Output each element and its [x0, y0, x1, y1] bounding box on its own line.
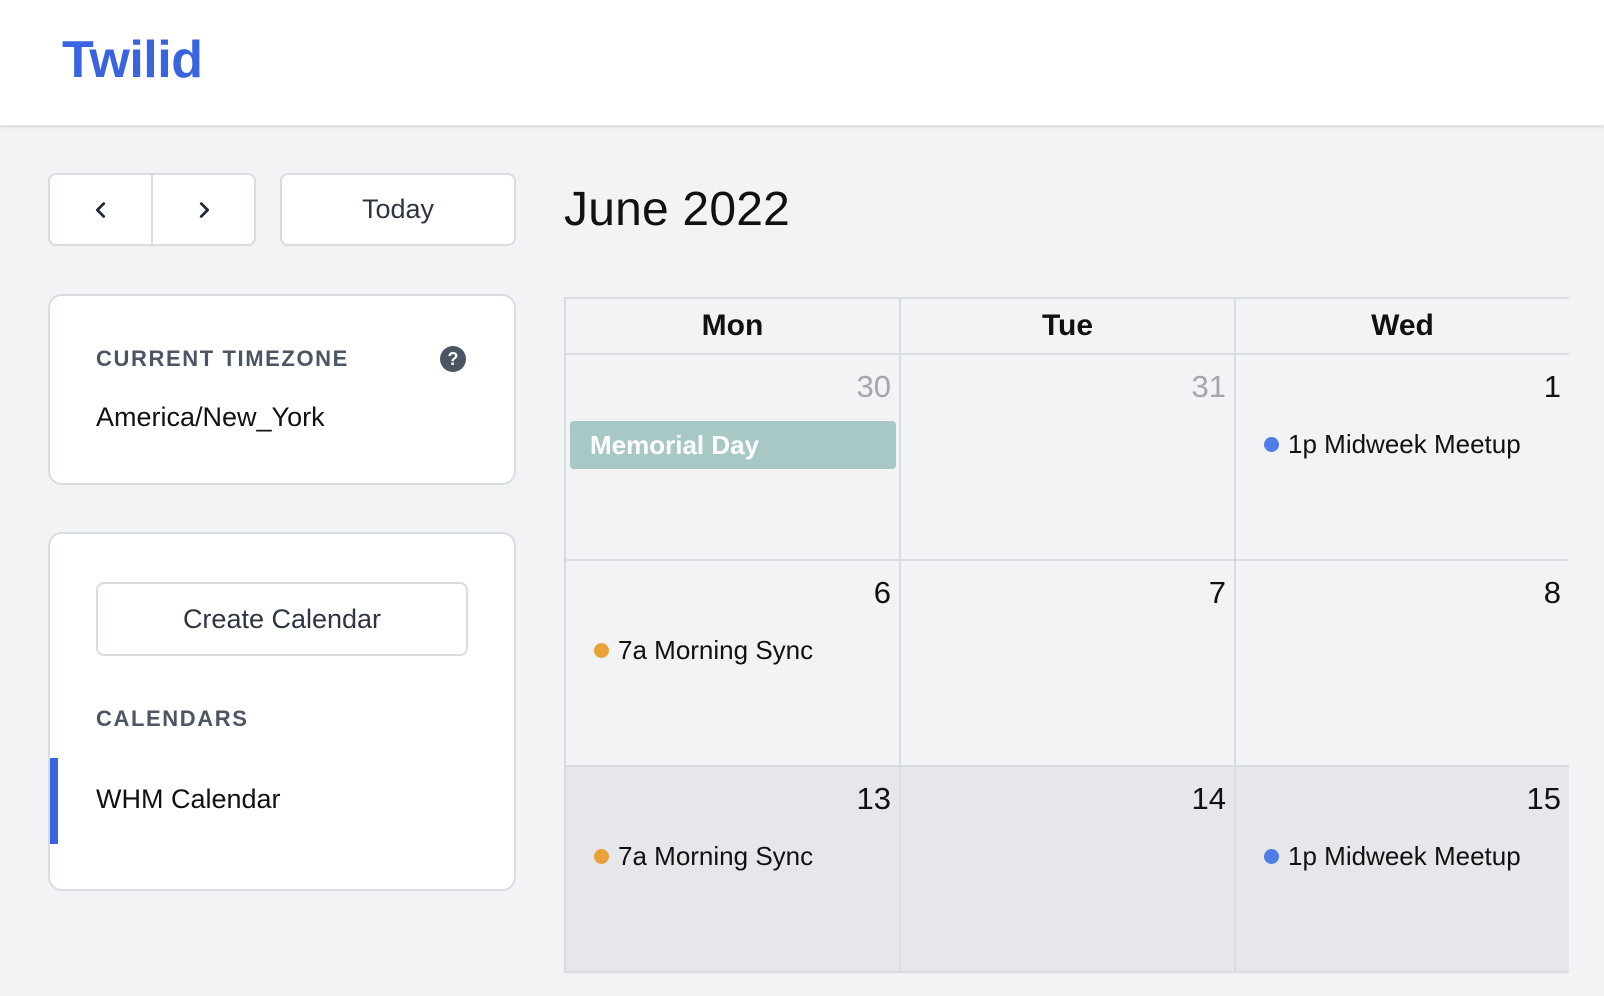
event-title: Midweek Meetup [1324, 429, 1521, 459]
month-nav [48, 173, 256, 246]
chevron-right-icon [199, 201, 209, 218]
event-title: Morning Sync [654, 841, 814, 871]
weekday-header: Tue [899, 297, 1234, 355]
event-color-dot [1264, 849, 1279, 864]
event-midweek-meetup[interactable]: 1p Midweek Meetup [1264, 841, 1521, 872]
weekday-header-row: Mon Tue Wed [564, 297, 1604, 355]
day-number: 15 [1526, 781, 1561, 816]
event-title: Morning Sync [654, 635, 814, 665]
event-title: Midweek Meetup [1324, 841, 1521, 871]
event-time: 1p [1288, 841, 1317, 871]
top-bar: Twilid [0, 0, 1604, 126]
event-color-dot [594, 643, 609, 658]
event-time: 1p [1288, 429, 1317, 459]
day-cell[interactable]: 14 [899, 767, 1234, 973]
event-morning-sync[interactable]: 7a Morning Sync [594, 841, 813, 872]
day-number: 14 [1191, 781, 1226, 816]
day-cell[interactable]: 15 1p Midweek Meetup [1234, 767, 1569, 973]
day-number: 8 [1543, 575, 1561, 610]
event-morning-sync[interactable]: 7a Morning Sync [594, 635, 813, 666]
day-cell[interactable]: 6 7a Morning Sync [564, 561, 899, 767]
weekday-header: Mon [564, 297, 899, 355]
day-number: 31 [1191, 369, 1226, 404]
event-color-dot [1264, 437, 1279, 452]
day-number: 6 [873, 575, 891, 610]
week-row: 6 7a Morning Sync 7 8 [564, 561, 1604, 767]
timezone-card: CURRENT TIMEZONE ? America/New_York [48, 294, 516, 485]
day-cell[interactable]: 7 [899, 561, 1234, 767]
event-time: 7a [618, 841, 647, 871]
month-grid: Mon Tue Wed 30 Memorial Day 31 1 1p Midw… [564, 297, 1604, 996]
calendars-section-label: CALENDARS [96, 706, 249, 731]
event-time: 7a [618, 635, 647, 665]
next-month-button[interactable] [151, 175, 254, 244]
help-icon[interactable]: ? [440, 346, 466, 372]
calendar-active-indicator [50, 758, 58, 844]
day-cell[interactable]: 31 [899, 355, 1234, 561]
previous-month-button[interactable] [50, 175, 151, 244]
day-number: 13 [856, 781, 891, 816]
allday-event-memorial-day[interactable]: Memorial Day [570, 421, 896, 469]
day-number: 30 [856, 369, 891, 404]
month-title: June 2022 [564, 183, 791, 236]
app-logo[interactable]: Twilid [62, 30, 203, 90]
day-cell[interactable]: 30 Memorial Day [564, 355, 899, 561]
calendars-card: Create Calendar CALENDARS WHM Calendar [48, 532, 516, 891]
day-cell[interactable]: 13 7a Morning Sync [564, 767, 899, 973]
event-midweek-meetup[interactable]: 1p Midweek Meetup [1264, 429, 1521, 460]
day-cell[interactable]: 8 [1234, 561, 1569, 767]
timezone-label: CURRENT TIMEZONE [96, 346, 349, 371]
today-button[interactable]: Today [280, 173, 516, 246]
weekday-header: Wed [1234, 297, 1569, 355]
event-color-dot [594, 849, 609, 864]
calendar-item-whm[interactable]: WHM Calendar [50, 758, 514, 844]
week-row-current: 13 7a Morning Sync 14 15 1p Midweek Meet… [564, 767, 1604, 973]
calendar-item-label: WHM Calendar [96, 784, 281, 814]
day-cell[interactable]: 1 1p Midweek Meetup [1234, 355, 1569, 561]
chevron-left-icon [95, 201, 105, 218]
day-number: 7 [1208, 575, 1226, 610]
timezone-value: America/New_York [96, 402, 325, 432]
create-calendar-button[interactable]: Create Calendar [96, 582, 468, 656]
week-row: 30 Memorial Day 31 1 1p Midweek Meetup [564, 355, 1604, 561]
day-number: 1 [1543, 369, 1561, 404]
